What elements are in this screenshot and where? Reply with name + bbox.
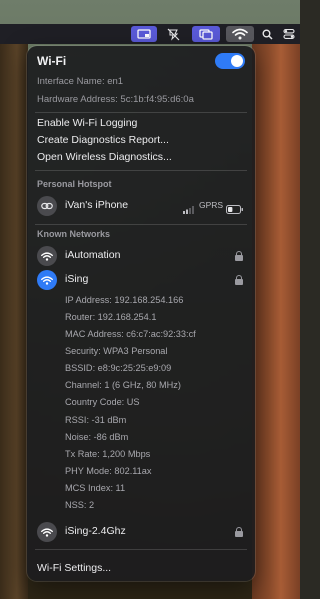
detail-channel: Channel: 1 (6 GHz, 80 MHz)	[65, 380, 181, 390]
wifi-settings[interactable]: Wi-Fi Settings...	[37, 562, 111, 574]
lock-icon	[235, 527, 243, 537]
lock-icon	[235, 275, 243, 285]
enable-wifi-logging[interactable]: Enable Wi-Fi Logging	[37, 117, 137, 129]
open-wireless-diagnostics[interactable]: Open Wireless Diagnostics...	[37, 151, 172, 163]
menu-bar	[0, 24, 300, 44]
wifi-icon	[37, 246, 57, 266]
detail-tx-rate: Tx Rate: 1,200 Mbps	[65, 449, 151, 459]
network-type: GPRS	[199, 200, 224, 210]
detail-nss: NSS: 2	[65, 500, 95, 510]
hotspot-device-name: iVan's iPhone	[65, 199, 129, 211]
divider	[35, 549, 247, 550]
network-name: iSing-2.4Ghz	[65, 525, 126, 537]
detail-rssi: RSSI: -31 dBm	[65, 415, 127, 425]
detail-bssid: BSSID: e8:9c:25:25:e9:09	[65, 363, 172, 373]
detail-mcs-index: MCS Index: 11	[65, 483, 126, 493]
control-center-icon[interactable]	[281, 26, 297, 42]
airplay-off-icon[interactable]	[164, 26, 182, 42]
network-name: iAutomation	[65, 249, 121, 261]
known-networks-heading: Known Networks	[37, 229, 111, 239]
hotspot-row[interactable]: iVan's iPhone GPRS	[27, 194, 255, 218]
divider	[35, 170, 247, 171]
network-row-ising-2-4ghz[interactable]: iSing-2.4Ghz	[27, 520, 255, 544]
detail-router: Router: 192.168.254.1	[65, 312, 157, 322]
divider	[35, 112, 247, 113]
network-row-iautomation[interactable]: iAutomation	[27, 244, 255, 268]
display-icon[interactable]	[192, 26, 220, 42]
detail-mac-address: MAC Address: c6:c7:ac:92:33:cf	[65, 329, 196, 339]
wifi-toggle[interactable]	[215, 53, 245, 69]
wifi-title: Wi-Fi	[37, 54, 67, 68]
detail-security: Security: WPA3 Personal	[65, 346, 168, 356]
divider	[35, 224, 247, 225]
wifi-menu-panel: Wi-Fi Interface Name: en1 Hardware Addre…	[27, 46, 255, 581]
interface-name: Interface Name: en1	[37, 76, 124, 87]
hardware-address: Hardware Address: 5c:1b:f4:95:d6:0a	[37, 94, 194, 105]
wallpaper-tree-left	[0, 42, 28, 599]
network-name: iSing	[65, 273, 89, 285]
detail-ip-address: IP Address: 192.168.254.166	[65, 295, 184, 305]
detail-phy-mode: PHY Mode: 802.11ax	[65, 466, 152, 476]
personal-hotspot-heading: Personal Hotspot	[37, 179, 112, 189]
screen-mirroring-icon[interactable]	[131, 26, 157, 42]
link-icon	[37, 196, 57, 216]
battery-icon	[226, 201, 244, 219]
network-row-ising[interactable]: iSing	[27, 268, 255, 292]
wallpaper-tree-right	[252, 42, 300, 599]
wifi-icon	[37, 522, 57, 542]
search-icon[interactable]	[259, 26, 275, 42]
wifi-icon[interactable]	[226, 26, 254, 42]
create-diagnostics-report[interactable]: Create Diagnostics Report...	[37, 134, 169, 146]
lock-icon	[235, 251, 243, 261]
signal-bars-icon	[183, 201, 195, 214]
detail-country-code: Country Code: US	[65, 397, 140, 407]
detail-noise: Noise: -86 dBm	[65, 432, 129, 442]
wifi-icon	[37, 270, 57, 290]
